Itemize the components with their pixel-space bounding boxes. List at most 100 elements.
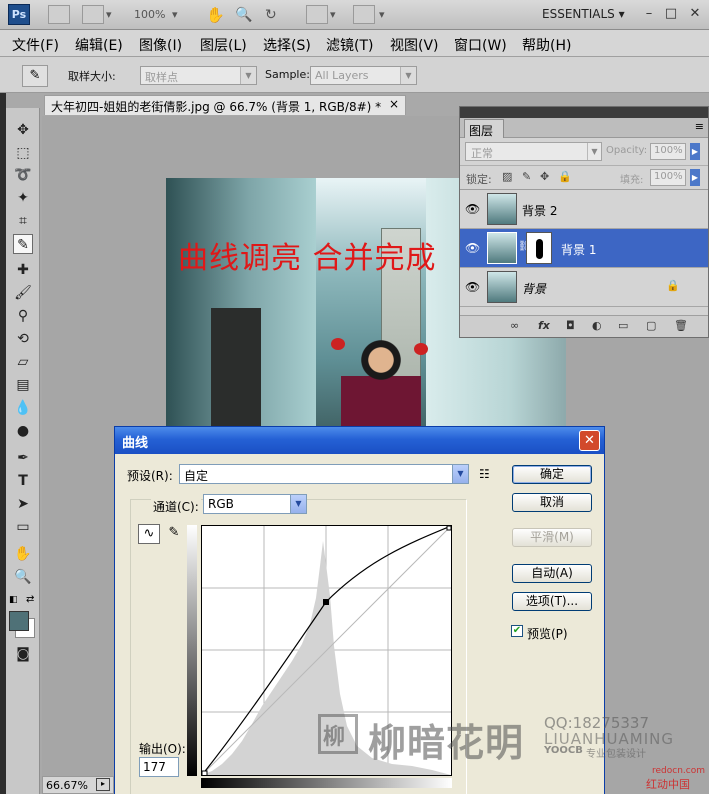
- bridge-icon[interactable]: [48, 5, 70, 24]
- path-selection-tool-icon[interactable]: ➤: [13, 494, 33, 514]
- cancel-button[interactable]: 取消: [512, 493, 592, 512]
- preset-options-icon[interactable]: ☷: [479, 467, 490, 481]
- zoom-icon[interactable]: 🔍: [235, 6, 252, 24]
- zoom-tool-icon[interactable]: 🔍: [13, 567, 33, 587]
- layer-row[interactable]: 👁 背景 🔒: [460, 268, 708, 307]
- document-tab[interactable]: 大年初四-姐姐的老街倩影.jpg @ 66.7% (背景 1, RGB/8#) …: [44, 95, 406, 115]
- dialog-titlebar[interactable]: 曲线 ✕: [115, 427, 604, 454]
- menu-edit[interactable]: 编辑(E): [75, 35, 123, 55]
- brush-tool-icon[interactable]: 🖌: [13, 283, 33, 303]
- close-button[interactable]: ✕: [686, 5, 704, 23]
- opacity-field[interactable]: 100%: [650, 143, 686, 160]
- menu-window[interactable]: 窗口(W): [454, 35, 507, 55]
- panel-menu-icon[interactable]: ≡: [695, 120, 704, 133]
- rotate-view-icon[interactable]: ↻: [265, 6, 277, 24]
- fill-arrow-icon[interactable]: ▶: [690, 169, 700, 186]
- lock-position-icon[interactable]: ✥: [540, 170, 549, 183]
- screen-mode-icon[interactable]: [353, 5, 375, 24]
- workspace-switcher[interactable]: ESSENTIALS ▾: [542, 7, 625, 21]
- channel-select[interactable]: RGB ▼: [203, 494, 307, 514]
- menu-image[interactable]: 图像(I): [139, 35, 182, 55]
- mask-icon[interactable]: ◘: [566, 319, 575, 332]
- chevron-down-icon[interactable]: ▾: [330, 6, 336, 24]
- eyedropper-tool-icon[interactable]: ✎: [13, 234, 33, 254]
- layer-row-selected[interactable]: 👁 ⛓ 背景 1: [460, 229, 708, 268]
- ok-button[interactable]: 确定: [512, 465, 592, 484]
- hand-tool-icon[interactable]: ✋: [13, 544, 33, 564]
- quick-mask-icon[interactable]: ◙: [13, 644, 33, 664]
- curve-point[interactable]: [323, 599, 329, 605]
- healing-brush-tool-icon[interactable]: ✚: [13, 260, 33, 280]
- dodge-tool-icon[interactable]: ●: [13, 421, 33, 441]
- layer-mask-thumbnail[interactable]: [526, 232, 552, 264]
- menu-filter[interactable]: 滤镜(T): [326, 35, 373, 55]
- sample-size-select[interactable]: 取样点 ▼: [140, 66, 257, 85]
- fx-icon[interactable]: fx: [538, 319, 550, 332]
- zoom-level[interactable]: 100%: [134, 6, 165, 24]
- chevron-down-icon[interactable]: ▾: [106, 6, 112, 24]
- tab-layers[interactable]: 图层: [464, 119, 504, 138]
- lasso-tool-icon[interactable]: ➰: [13, 165, 33, 185]
- fill-field[interactable]: 100%: [650, 169, 686, 186]
- menu-help[interactable]: 帮助(H): [522, 35, 571, 55]
- swap-colors-icon[interactable]: ⇄: [26, 594, 34, 605]
- smooth-button[interactable]: 平滑(M): [512, 528, 592, 547]
- trash-icon[interactable]: 🗑: [674, 319, 688, 332]
- curve-point-white[interactable]: [446, 525, 452, 531]
- film-icon[interactable]: [82, 5, 104, 24]
- options-button[interactable]: 选项(T)...: [512, 592, 592, 611]
- eye-icon[interactable]: 👁: [465, 202, 480, 216]
- pencil-icon[interactable]: ✎: [163, 524, 185, 544]
- chevron-down-icon: ▼: [240, 67, 256, 84]
- new-layer-icon[interactable]: ▢: [646, 319, 656, 332]
- lock-icon: 🔒: [666, 279, 680, 292]
- type-tool-icon[interactable]: T: [13, 471, 33, 491]
- move-tool-icon[interactable]: ✥: [13, 120, 33, 140]
- eraser-tool-icon[interactable]: ▱: [13, 352, 33, 372]
- foreground-color-swatch[interactable]: [9, 611, 29, 631]
- menu-select[interactable]: 选择(S): [263, 35, 311, 55]
- crop-tool-icon[interactable]: ⌗: [13, 211, 33, 231]
- chevron-down-icon[interactable]: ▾: [379, 6, 385, 24]
- panel-collapse-bar[interactable]: [460, 107, 708, 118]
- shape-tool-icon[interactable]: ▭: [13, 517, 33, 537]
- menu-view[interactable]: 视图(V): [390, 35, 439, 55]
- maximize-button[interactable]: □: [662, 5, 680, 23]
- menu-file[interactable]: 文件(F): [12, 35, 59, 55]
- clone-stamp-tool-icon[interactable]: ⚲: [13, 306, 33, 326]
- arrange-documents-icon[interactable]: [306, 5, 328, 24]
- lock-all-icon[interactable]: 🔒: [558, 170, 572, 183]
- status-menu-icon[interactable]: ▸: [96, 778, 110, 791]
- group-icon[interactable]: ▭: [618, 319, 628, 332]
- output-field[interactable]: 177: [139, 757, 179, 777]
- auto-button[interactable]: 自动(A): [512, 564, 592, 583]
- marquee-tool-icon[interactable]: ⬚: [13, 143, 33, 163]
- lock-transparency-icon[interactable]: ▨: [502, 170, 512, 183]
- curve-point-black[interactable]: [201, 770, 208, 777]
- lock-image-icon[interactable]: ✎: [522, 170, 531, 183]
- sample-select[interactable]: All Layers ▼: [310, 66, 417, 85]
- minimize-button[interactable]: –: [640, 5, 658, 23]
- curve-edit-points-icon[interactable]: ∿: [138, 524, 160, 544]
- opacity-arrow-icon[interactable]: ▶: [690, 143, 700, 160]
- hand-icon[interactable]: ✋: [206, 6, 225, 24]
- blend-mode-select[interactable]: 正常 ▼: [465, 142, 602, 161]
- history-brush-tool-icon[interactable]: ⟲: [13, 329, 33, 349]
- gradient-tool-icon[interactable]: ▤: [13, 375, 33, 395]
- eye-icon[interactable]: 👁: [465, 280, 480, 294]
- link-icon[interactable]: ∞: [510, 319, 519, 332]
- pen-tool-icon[interactable]: ✒: [13, 448, 33, 468]
- menu-layer[interactable]: 图层(L): [200, 35, 247, 55]
- eyedropper-tool-preset-icon[interactable]: ✎: [22, 65, 48, 87]
- eye-icon[interactable]: 👁: [465, 241, 480, 255]
- layer-row[interactable]: 👁 背景 2: [460, 190, 708, 229]
- close-button[interactable]: ✕: [579, 430, 600, 451]
- default-colors-icon[interactable]: ◧: [9, 595, 18, 605]
- adjustment-icon[interactable]: ◐: [592, 319, 602, 332]
- blur-tool-icon[interactable]: 💧: [13, 398, 33, 418]
- magic-wand-tool-icon[interactable]: ✦: [13, 188, 33, 208]
- chevron-down-icon[interactable]: ▾: [172, 6, 178, 24]
- preset-select[interactable]: 自定 ▼: [179, 464, 469, 484]
- preview-checkbox[interactable]: ✔: [511, 625, 523, 637]
- close-icon[interactable]: ×: [389, 97, 399, 111]
